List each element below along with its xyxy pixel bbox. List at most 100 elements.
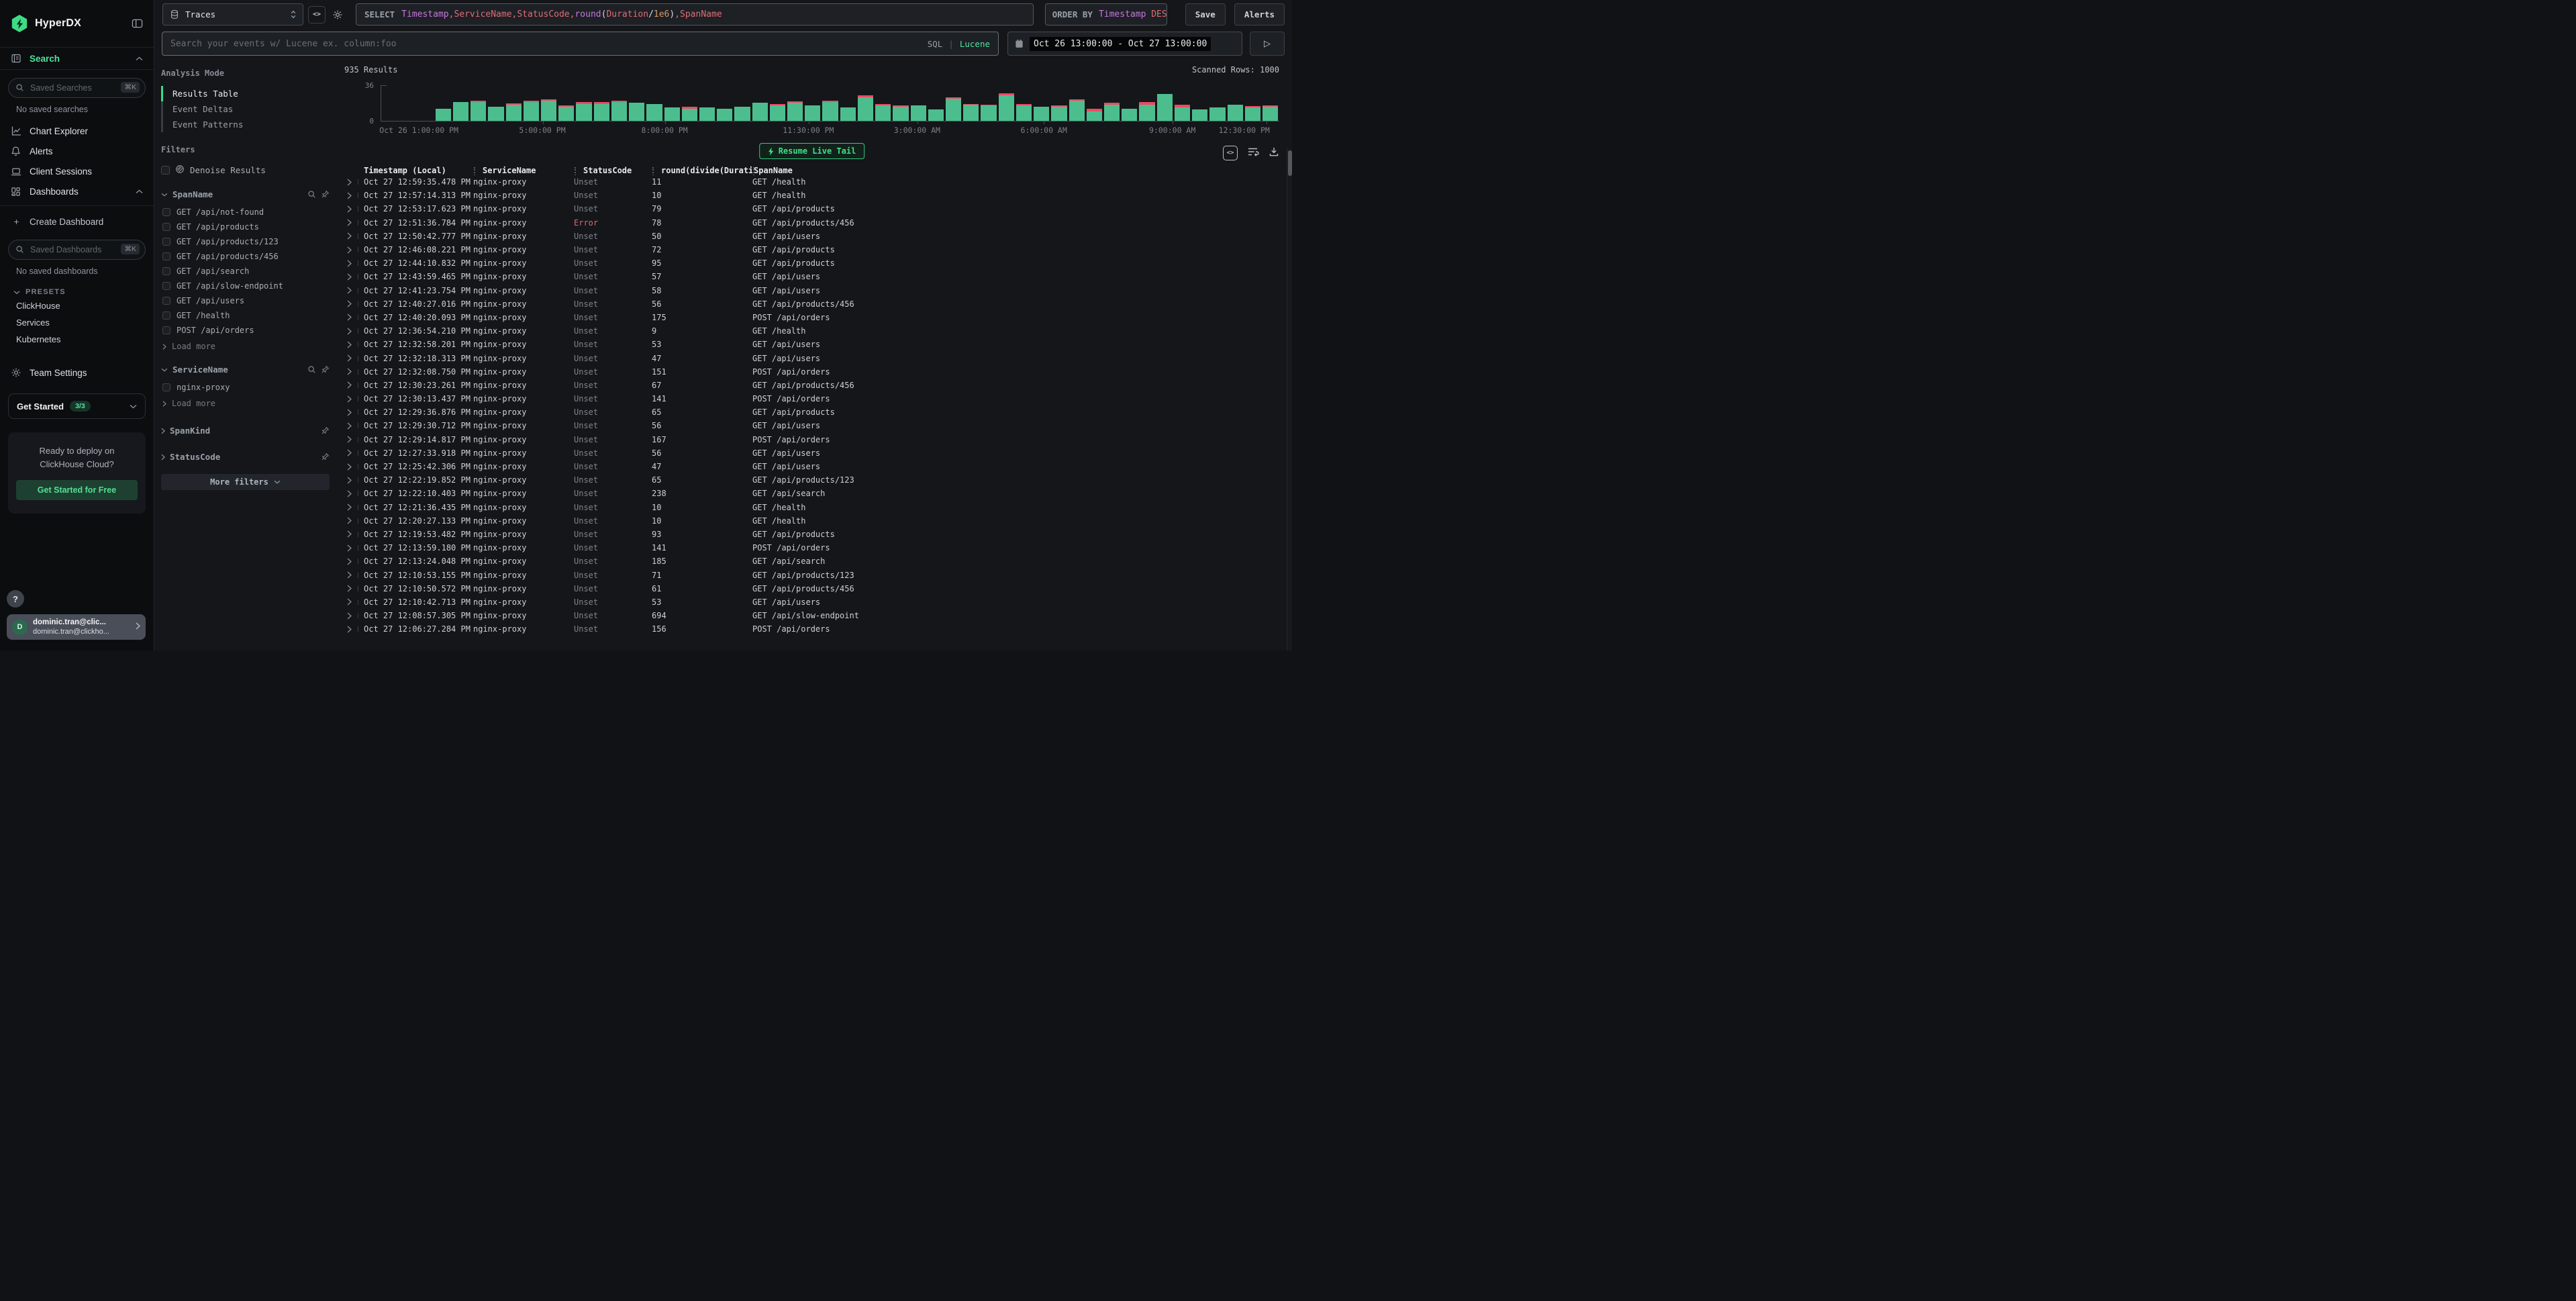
filter-option[interactable]: GET /api/products <box>161 220 330 234</box>
expand-row-icon[interactable] <box>344 219 358 226</box>
histogram-bar[interactable] <box>594 87 609 121</box>
checkbox[interactable] <box>162 326 170 334</box>
expand-row-icon[interactable] <box>344 544 358 552</box>
histogram-bar[interactable] <box>893 87 908 121</box>
table-row[interactable]: Oct 27 12:46:08.221 PMnginx-proxyUnset72… <box>344 243 1279 256</box>
preset-item-clickhouse[interactable]: ClickHouse <box>0 297 154 314</box>
histogram-bar[interactable] <box>524 87 539 121</box>
table-row[interactable]: Oct 27 12:13:24.048 PMnginx-proxyUnset18… <box>344 555 1279 568</box>
filter-option[interactable]: GET /api/not-found <box>161 205 330 220</box>
lucene-toggle[interactable]: Lucene <box>960 39 990 49</box>
expand-row-icon[interactable] <box>344 354 358 362</box>
histogram-bar[interactable] <box>787 87 803 121</box>
expand-row-icon[interactable] <box>344 477 358 484</box>
histogram-bar[interactable] <box>822 87 838 121</box>
filter-option[interactable]: nginx-proxy <box>161 380 330 395</box>
user-menu[interactable]: D dominic.tran@clic... dominic.tran@clic… <box>7 614 146 640</box>
get-started-panel[interactable]: Get Started 3/3 <box>8 393 146 419</box>
expand-row-icon[interactable] <box>344 179 358 186</box>
column-header-duration[interactable]: round(divide(Duration, <box>652 166 752 175</box>
table-row[interactable]: Oct 27 12:36:54.210 PMnginx-proxyUnset9G… <box>344 324 1279 338</box>
get-started-free-button[interactable]: Get Started for Free <box>16 480 138 500</box>
histogram-bar[interactable] <box>752 87 768 121</box>
histogram-bar[interactable] <box>734 87 750 121</box>
sidebar-item-team-settings[interactable]: Team Settings <box>0 363 154 383</box>
preset-item-kubernetes[interactable]: Kubernetes <box>0 331 154 348</box>
table-row[interactable]: Oct 27 12:59:35.478 PMnginx-proxyUnset11… <box>344 175 1279 189</box>
row-source-icon[interactable]: <> <box>1223 146 1238 160</box>
checkbox[interactable] <box>162 238 170 246</box>
expand-row-icon[interactable] <box>344 260 358 267</box>
histogram-bar[interactable] <box>541 87 556 121</box>
expand-row-icon[interactable] <box>344 409 358 416</box>
expand-row-icon[interactable] <box>344 273 358 281</box>
alerts-button[interactable]: Alerts <box>1234 3 1285 26</box>
histogram-bar[interactable] <box>1175 87 1190 121</box>
query-language-toggle[interactable]: SQL | Lucene <box>928 39 990 49</box>
table-row[interactable]: Oct 27 12:19:53.482 PMnginx-proxyUnset93… <box>344 528 1279 541</box>
histogram-bar[interactable] <box>911 87 926 121</box>
expand-row-icon[interactable] <box>344 232 358 240</box>
presets-toggle[interactable]: PRESETS <box>0 280 154 297</box>
table-row[interactable]: Oct 27 12:20:27.133 PMnginx-proxyUnset10… <box>344 514 1279 528</box>
analysis-mode-option[interactable]: Results Table <box>161 86 330 101</box>
expand-row-icon[interactable] <box>344 558 358 565</box>
filter-option[interactable]: GET /api/search <box>161 264 330 279</box>
expand-row-icon[interactable] <box>344 449 358 456</box>
time-range-picker[interactable]: Oct 26 13:00:00 - Oct 27 13:00:00 <box>1007 32 1242 56</box>
order-by-input[interactable]: ORDER BY Timestamp DESC <box>1045 3 1167 26</box>
table-row[interactable]: Oct 27 12:27:33.918 PMnginx-proxyUnset56… <box>344 446 1279 460</box>
create-dashboard-button[interactable]: + Create Dashboard <box>0 211 154 232</box>
histogram-bar[interactable] <box>664 87 680 121</box>
source-select[interactable]: Traces <box>162 3 303 26</box>
source-settings-gear-icon[interactable] <box>330 7 346 23</box>
table-row[interactable]: Oct 27 12:06:27.284 PMnginx-proxyUnset15… <box>344 622 1279 636</box>
expand-row-icon[interactable] <box>344 246 358 254</box>
expand-row-icon[interactable] <box>344 314 358 321</box>
expand-row-icon[interactable] <box>344 341 358 348</box>
histogram-bar[interactable] <box>699 87 715 121</box>
expand-row-icon[interactable] <box>344 436 358 443</box>
save-button[interactable]: Save <box>1185 3 1226 26</box>
histogram-bar[interactable] <box>1139 87 1154 121</box>
expand-row-icon[interactable] <box>344 598 358 606</box>
table-row[interactable]: Oct 27 12:41:23.754 PMnginx-proxyUnset58… <box>344 284 1279 297</box>
expand-row-icon[interactable] <box>344 571 358 579</box>
expand-row-icon[interactable] <box>344 395 358 403</box>
events-histogram[interactable]: 36 0 <box>346 85 1279 122</box>
histogram-bar[interactable] <box>999 87 1014 121</box>
filter-option[interactable]: GET /api/products/123 <box>161 234 330 249</box>
more-filters-button[interactable]: More filters <box>161 474 330 490</box>
expand-row-icon[interactable] <box>344 300 358 307</box>
expand-row-icon[interactable] <box>344 517 358 524</box>
sidebar-item-search[interactable]: Search <box>0 47 154 70</box>
download-icon[interactable] <box>1269 146 1279 160</box>
pin-icon[interactable] <box>321 365 330 374</box>
filter-option[interactable]: POST /api/orders <box>161 323 330 338</box>
checkbox[interactable] <box>162 282 170 290</box>
expand-row-icon[interactable] <box>344 490 358 497</box>
sidebar-item-alerts[interactable]: Alerts <box>0 141 154 161</box>
histogram-bar[interactable] <box>1192 87 1207 121</box>
vertical-scrollbar[interactable] <box>1287 148 1292 650</box>
table-row[interactable]: Oct 27 12:53:17.623 PMnginx-proxyUnset79… <box>344 202 1279 215</box>
run-query-button[interactable]: ▷ <box>1250 32 1285 56</box>
table-row[interactable]: Oct 27 12:29:30.712 PMnginx-proxyUnset56… <box>344 419 1279 432</box>
filter-option[interactable]: GET /api/users <box>161 293 330 308</box>
column-header-spanname[interactable]: SpanName <box>752 166 1279 175</box>
table-row[interactable]: Oct 27 12:32:08.750 PMnginx-proxyUnset15… <box>344 365 1279 379</box>
histogram-bar[interactable] <box>875 87 891 121</box>
expand-row-icon[interactable] <box>344 381 358 389</box>
table-row[interactable]: Oct 27 12:50:42.777 PMnginx-proxyUnset50… <box>344 230 1279 243</box>
column-header-servicename[interactable]: ServiceName <box>473 166 574 175</box>
histogram-bar[interactable] <box>1034 87 1049 121</box>
resume-live-tail-button[interactable]: Resume Live Tail <box>759 143 865 159</box>
histogram-bar[interactable] <box>470 87 486 121</box>
histogram-bar[interactable] <box>946 87 961 121</box>
denoise-results-option[interactable]: Denoise Results <box>161 164 330 176</box>
checkbox[interactable] <box>162 208 170 216</box>
checkbox[interactable] <box>162 383 170 391</box>
expand-row-icon[interactable] <box>344 368 358 375</box>
filter-option[interactable]: GET /api/slow-endpoint <box>161 279 330 293</box>
histogram-bar[interactable] <box>682 87 697 121</box>
